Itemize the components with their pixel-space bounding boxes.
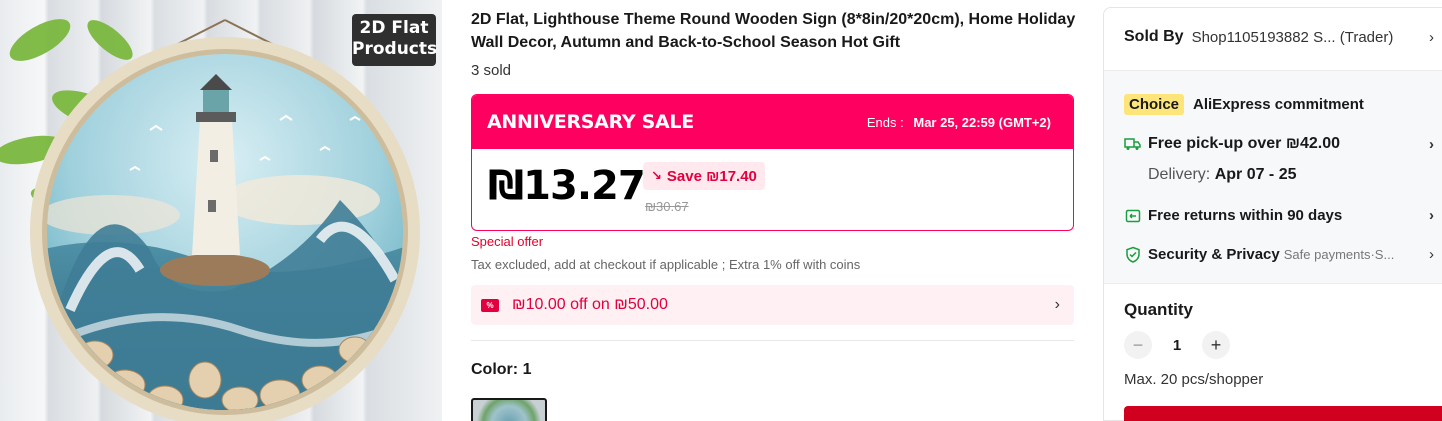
truck-icon	[1124, 136, 1141, 153]
sale-ends-label: Ends :	[866, 114, 904, 130]
sold-by-label: Sold By	[1124, 28, 1184, 45]
down-arrow-icon: ↘	[651, 168, 662, 183]
coupon-text: ₪10.00 off on ₪50.00	[512, 296, 668, 313]
returns-text: Free returns within 90 days	[1148, 207, 1343, 224]
choice-header: Choice AliExpress commitment	[1124, 94, 1434, 115]
color-swatch-1[interactable]	[471, 398, 547, 421]
purchase-sidebar: Sold By Shop1105193882 S... (Trader) › C…	[1103, 7, 1442, 421]
special-offer-label: Special offer	[471, 234, 544, 249]
choice-badge: Choice	[1124, 94, 1185, 115]
coupon-bar[interactable]: % ₪10.00 off on ₪50.00 ›	[471, 285, 1074, 325]
chevron-right-icon: ›	[1429, 207, 1434, 224]
returns-row[interactable]: Free returns within 90 days ›	[1124, 207, 1434, 224]
sale-banner: ANNIVERSARY SALE Ends : Mar 25, 22:59 (G…	[472, 95, 1073, 149]
buy-now-button[interactable]	[1124, 406, 1442, 421]
savings-text: Save ₪17.40	[666, 167, 757, 185]
shipping-text: Free pick-up over ₪42.00	[1148, 135, 1340, 152]
sale-ends-value: Mar 25, 22:59 (GMT+2)	[913, 114, 1051, 130]
coupon-icon: %	[481, 298, 499, 312]
chevron-right-icon: ›	[1054, 296, 1060, 313]
current-price: ₪13.27	[488, 163, 646, 209]
chevron-right-icon: ›	[1429, 28, 1434, 46]
sale-title: ANNIVERSARY SALE	[487, 111, 694, 133]
chevron-right-icon: ›	[1429, 135, 1434, 153]
product-main-image[interactable]: 2D Flat Products	[0, 0, 442, 421]
shield-icon	[1124, 246, 1141, 263]
max-quantity-note: Max. 20 pcs/shopper	[1124, 371, 1264, 388]
savings-badge: ↘ Save ₪17.40	[643, 162, 765, 190]
seller-name: Shop1105193882 S... (Trader)	[1191, 28, 1394, 46]
color-selector-label: Color: 1	[471, 361, 531, 379]
security-title: Security & Privacy	[1148, 246, 1280, 263]
badge-line-2: Products	[352, 39, 438, 59]
badge-line-1: 2D Flat	[359, 18, 429, 38]
color-value: 1	[522, 361, 532, 378]
quantity-decrease-button[interactable]: −	[1124, 331, 1152, 359]
quantity-label: Quantity	[1124, 300, 1193, 319]
tax-note: Tax excluded, add at checkout if applica…	[471, 257, 861, 272]
quantity-value[interactable]: 1	[1152, 337, 1202, 354]
product-type-badge: 2D Flat Products	[352, 14, 438, 66]
seller-row[interactable]: Sold By Shop1105193882 S... (Trader) ›	[1124, 28, 1434, 46]
quantity-increase-button[interactable]: +	[1202, 331, 1230, 359]
product-title: 2D Flat, Lighthouse Theme Round Wooden S…	[471, 11, 1076, 51]
delivery-dates: Apr 07 - 25	[1214, 166, 1297, 183]
sale-countdown: Ends : Mar 25, 22:59 (GMT+2)	[867, 115, 1051, 130]
security-row[interactable]: Security & Privacy Safe payments·S... ›	[1124, 246, 1434, 263]
delivery-label: Delivery:	[1148, 166, 1211, 183]
divider	[471, 340, 1074, 341]
return-icon	[1124, 207, 1141, 224]
chevron-right-icon: ›	[1429, 246, 1434, 263]
sold-count: 3 sold	[471, 62, 512, 79]
quantity-stepper: − 1 +	[1124, 331, 1230, 359]
security-subtitle: Safe payments·S...	[1283, 247, 1395, 262]
delivery-estimate: Delivery: Apr 07 - 25	[1148, 166, 1297, 184]
choice-commitment-text: AliExpress commitment	[1193, 96, 1364, 113]
original-price: ₪30.67	[645, 199, 689, 214]
color-label-text: Color:	[471, 361, 519, 378]
shipping-row[interactable]: Free pick-up over ₪42.00 ›	[1124, 135, 1434, 153]
sale-price-panel: ANNIVERSARY SALE Ends : Mar 25, 22:59 (G…	[471, 94, 1074, 231]
